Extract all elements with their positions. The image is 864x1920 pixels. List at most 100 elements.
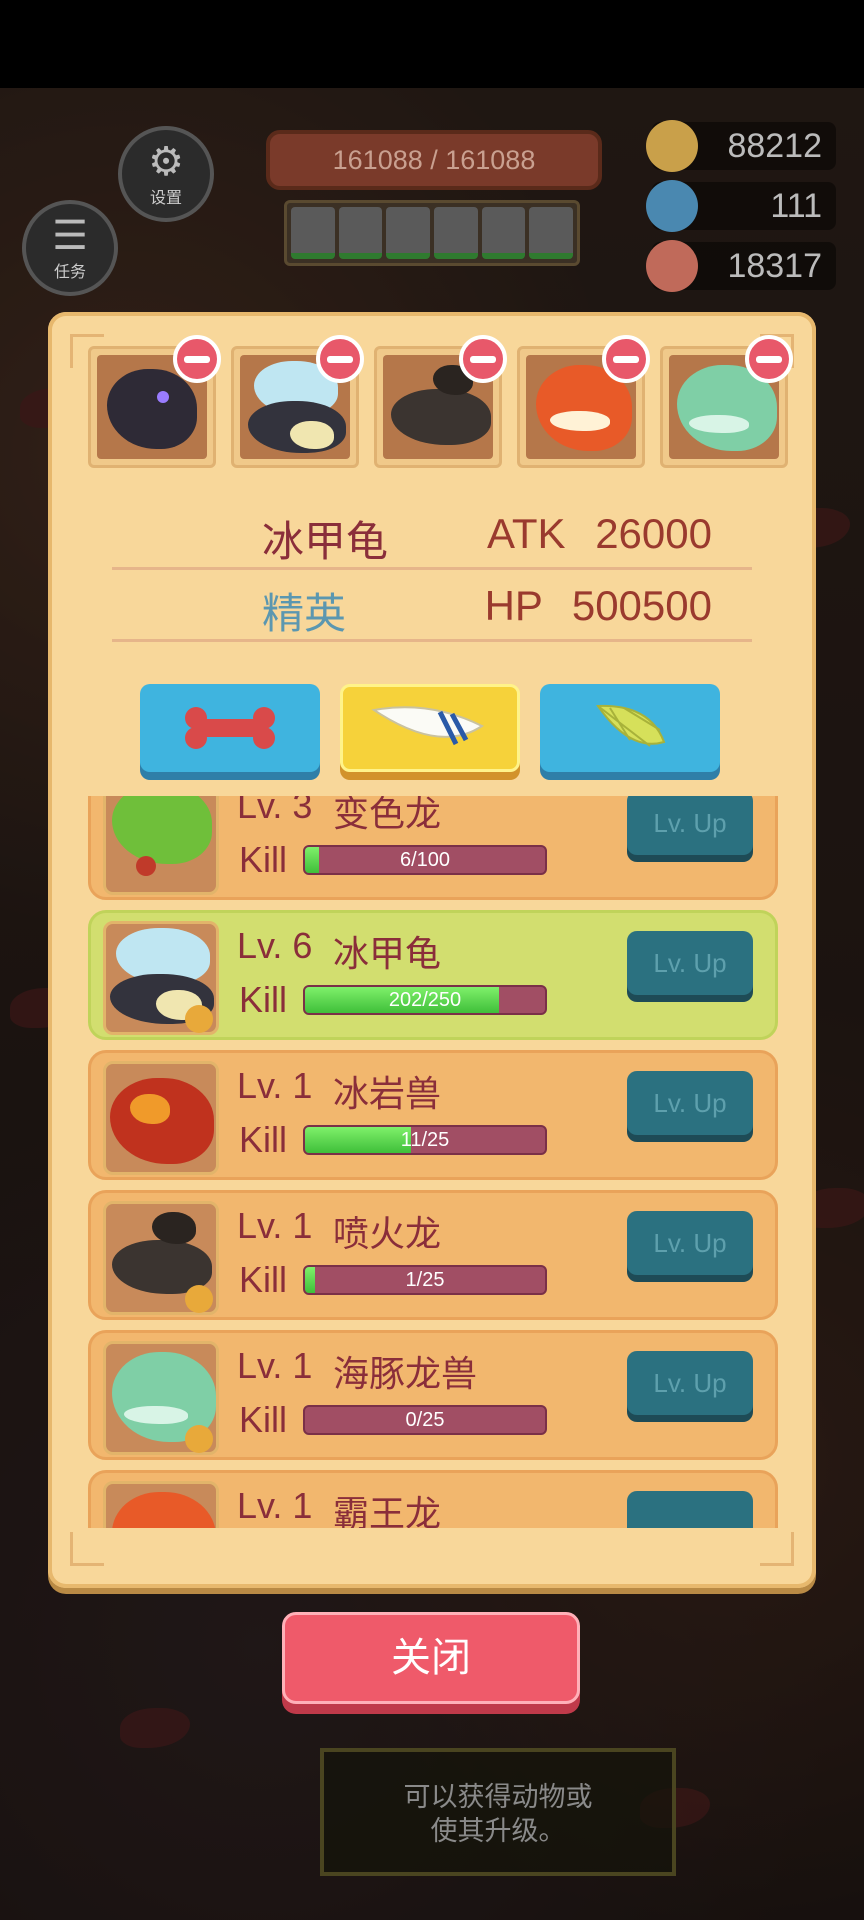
pet-level: Lv. 1 xyxy=(237,1345,313,1386)
settings-button[interactable]: ⚙ 设置 xyxy=(118,126,214,222)
pet-level: Lv. 1 xyxy=(237,1205,313,1246)
list-item[interactable]: Lv. 1 冰岩兽 Kill 11/25 Lv. Up xyxy=(88,1050,778,1180)
team-preview-slot xyxy=(338,207,383,259)
kill-progress-bar: 202/250 xyxy=(303,985,547,1015)
hp-text: 161088 / 161088 xyxy=(332,144,536,175)
kill-progress-text: 6/100 xyxy=(399,849,451,871)
coin-icon xyxy=(646,120,698,172)
level-up-button[interactable] xyxy=(627,1491,753,1528)
task-button[interactable]: ☰ 任务 xyxy=(22,200,118,296)
status-bar xyxy=(0,0,864,88)
ice-rock-beast-icon xyxy=(103,1061,219,1175)
kill-progress-bar: 1/25 xyxy=(303,1265,547,1295)
team-slot-dark-dragon[interactable] xyxy=(88,335,221,468)
kill-progress-text: 11/25 xyxy=(400,1129,450,1151)
kill-progress-text: 1/25 xyxy=(405,1269,445,1291)
kill-progress-bar: 6/100 xyxy=(303,845,547,875)
tip-line-1: 可以获得动物或 xyxy=(403,1782,593,1812)
pet-name: 冰岩兽 xyxy=(333,1073,442,1114)
gem-icon xyxy=(646,180,698,232)
resource-coin-value: 88212 xyxy=(727,127,822,165)
selected-pet-name: 冰甲龟 xyxy=(262,518,389,565)
hp-stat: HP 500500 xyxy=(485,582,712,630)
pet-level: Lv. 6 xyxy=(237,925,313,966)
hp-bar: 161088 / 161088 xyxy=(266,130,602,190)
kill-label: Kill xyxy=(239,1119,288,1160)
resource-bone: 18317 xyxy=(646,240,836,292)
task-icon: ☰ xyxy=(52,214,88,258)
list-item[interactable]: Lv. 3 变色龙 Kill 6/100 Lv. Up xyxy=(88,796,778,900)
close-button[interactable]: 关闭 xyxy=(282,1612,580,1704)
team-slots xyxy=(88,335,793,470)
team-preview-slot xyxy=(291,207,335,259)
tip-line-2: 使其升级。 xyxy=(430,1816,566,1846)
kill-progress-bar: 11/25 xyxy=(303,1125,547,1155)
kill-label: Kill xyxy=(239,1399,288,1440)
pet-name: 海豚龙兽 xyxy=(333,1353,478,1394)
pet-level: Lv. 3 xyxy=(237,796,313,826)
remove-slot-button[interactable] xyxy=(602,335,650,383)
level-up-button[interactable]: Lv. Up xyxy=(627,1211,753,1275)
hp-value: 500500 xyxy=(571,582,712,629)
team-slot-tyrannosaur[interactable] xyxy=(517,335,650,468)
level-up-button[interactable]: Lv. Up xyxy=(627,1071,753,1135)
kill-label: Kill xyxy=(239,1259,288,1300)
remove-slot-button[interactable] xyxy=(316,335,364,383)
wing-icon xyxy=(596,704,666,747)
kill-label: Kill xyxy=(239,979,288,1020)
pet-panel: 冰甲龟 ATK 26000 精英 HP 500500 Lv. 3 变色龙 Kil… xyxy=(48,312,816,1588)
list-item-selected[interactable]: Lv. 6 冰甲龟 Kill 202/250 Lv. Up xyxy=(88,910,778,1040)
kill-progress-bar: 0/25 xyxy=(303,1405,547,1435)
chameleon-icon xyxy=(103,796,219,895)
list-item[interactable]: Lv. 1 霸王龙 xyxy=(88,1470,778,1528)
tyrannosaur-icon xyxy=(103,1481,219,1528)
team-slot-ice-turtle[interactable] xyxy=(231,335,364,468)
pet-name: 喷火龙 xyxy=(333,1213,442,1254)
pet-level: Lv. 1 xyxy=(237,1065,313,1106)
pet-list[interactable]: Lv. 3 变色龙 Kill 6/100 Lv. Up Lv. 6 冰甲龟 Ki… xyxy=(88,796,778,1528)
team-preview-slot xyxy=(529,207,574,259)
team-slot-dolphin-beast[interactable] xyxy=(660,335,793,468)
gear-icon: ⚙ xyxy=(148,140,184,184)
kill-label: Kill xyxy=(239,839,288,880)
task-label: 任务 xyxy=(53,264,86,281)
team-preview-strip xyxy=(284,200,580,266)
team-preview-slot xyxy=(481,207,526,259)
pet-name: 变色龙 xyxy=(333,796,442,834)
pet-level: Lv. 1 xyxy=(237,1485,313,1526)
tab-bone[interactable] xyxy=(140,684,320,772)
tab-fang[interactable] xyxy=(340,684,520,772)
list-item[interactable]: Lv. 1 喷火龙 Kill 1/25 Lv. Up xyxy=(88,1190,778,1320)
upgrade-badge-icon xyxy=(185,1285,213,1313)
resource-bone-value: 18317 xyxy=(727,247,822,285)
atk-value: 26000 xyxy=(595,510,712,557)
tip-box: 可以获得动物或 使其升级。 xyxy=(320,1748,676,1876)
bone-icon xyxy=(646,240,698,292)
kill-progress-text: 202/250 xyxy=(388,989,462,1011)
level-up-button[interactable]: Lv. Up xyxy=(627,1351,753,1415)
tab-wing[interactable] xyxy=(540,684,720,772)
resource-gem-value: 111 xyxy=(770,187,822,225)
fang-icon xyxy=(371,706,484,746)
category-tabs xyxy=(140,684,724,772)
hp-label: HP xyxy=(484,582,543,629)
level-up-button[interactable]: Lv. Up xyxy=(627,931,753,995)
pet-rank: 精英 xyxy=(262,590,347,637)
upgrade-badge-icon xyxy=(185,1425,213,1453)
resource-coin: 88212 xyxy=(646,120,836,172)
team-preview-slot xyxy=(386,207,431,259)
settings-label: 设置 xyxy=(149,190,182,207)
team-preview-slot xyxy=(434,207,478,259)
remove-slot-button[interactable] xyxy=(459,335,507,383)
team-slot-fire-dragon[interactable] xyxy=(374,335,507,468)
atk-label: ATK xyxy=(486,510,566,557)
level-up-button[interactable]: Lv. Up xyxy=(627,796,753,855)
list-item[interactable]: Lv. 1 海豚龙兽 Kill 0/25 Lv. Up xyxy=(88,1330,778,1460)
bone-icon xyxy=(185,707,275,749)
atk-stat: ATK 26000 xyxy=(487,510,712,558)
remove-slot-button[interactable] xyxy=(745,335,793,383)
pet-name: 霸王龙 xyxy=(333,1493,442,1528)
stats-row-attack: 冰甲龟 ATK 26000 xyxy=(112,502,752,570)
kill-progress-text: 0/25 xyxy=(405,1409,445,1431)
remove-slot-button[interactable] xyxy=(173,335,221,383)
